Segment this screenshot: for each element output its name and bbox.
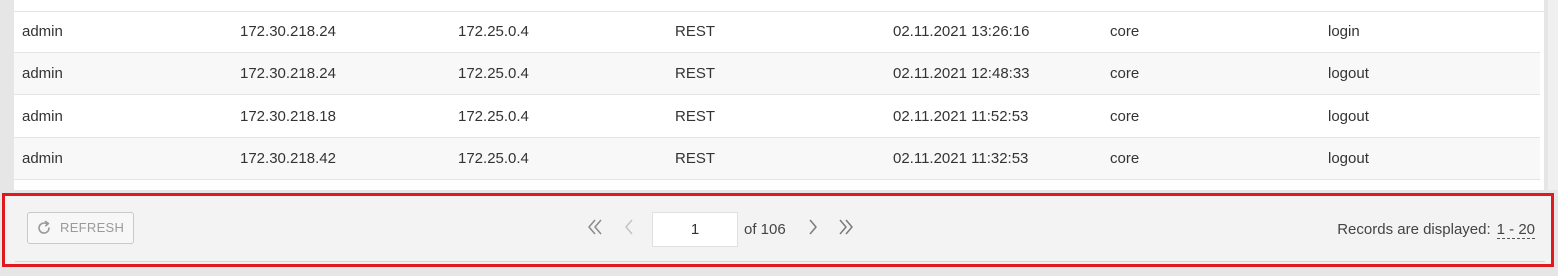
cell-module: core bbox=[1110, 108, 1140, 125]
page-count-text: of 106 bbox=[744, 221, 786, 238]
cell-datetime: 02.11.2021 11:32:53 bbox=[893, 150, 1029, 167]
cell-server-ip: 172.25.0.4 bbox=[458, 150, 529, 167]
cell-module: core bbox=[1110, 65, 1140, 82]
cell-client-ip: 172.30.218.18 bbox=[240, 108, 336, 125]
double-chevron-right-icon[interactable] bbox=[836, 217, 856, 237]
cell-datetime: 02.11.2021 11:52:53 bbox=[893, 108, 1029, 125]
cell-datetime: 02.11.2021 13:26:16 bbox=[893, 23, 1030, 40]
cell-server-ip: 172.25.0.4 bbox=[458, 23, 529, 40]
chevron-right-icon[interactable] bbox=[803, 217, 823, 237]
pagination-footer-highlight: REFRESH of 106 Records are displayed: 1 -… bbox=[2, 193, 1554, 267]
cell-user: admin bbox=[22, 23, 63, 40]
table-row[interactable]: admin 172.30.218.24 172.25.0.4 REST 02.1… bbox=[14, 11, 1540, 53]
table-row[interactable]: admin 172.30.218.42 172.25.0.4 REST 02.1… bbox=[14, 138, 1540, 180]
records-label: Records are displayed: bbox=[1337, 221, 1491, 238]
cell-interface: REST bbox=[675, 150, 716, 167]
refresh-button-label: REFRESH bbox=[60, 220, 125, 235]
cell-module: core bbox=[1110, 150, 1140, 167]
cell-user: admin bbox=[22, 150, 63, 167]
audit-log-table: admin 172.30.218.24 172.25.0.4 REST 02.1… bbox=[14, 0, 1544, 190]
double-chevron-left-icon[interactable] bbox=[585, 217, 605, 237]
cell-datetime: 02.11.2021 12:48:33 bbox=[893, 65, 1030, 82]
vertical-scrollbar[interactable] bbox=[1548, 0, 1558, 190]
cell-user: admin bbox=[22, 65, 63, 82]
cell-user: admin bbox=[22, 108, 63, 125]
cell-client-ip: 172.30.218.24 bbox=[240, 65, 336, 82]
cell-client-ip: 172.30.218.42 bbox=[240, 150, 336, 167]
refresh-icon bbox=[38, 220, 50, 234]
pagination-bar: REFRESH of 106 Records are displayed: 1 -… bbox=[15, 196, 1545, 262]
cell-action: login bbox=[1328, 23, 1360, 40]
table-row[interactable]: admin 172.30.218.18 172.25.0.4 REST 02.1… bbox=[14, 96, 1540, 138]
chevron-left-icon[interactable] bbox=[619, 217, 639, 237]
cell-interface: REST bbox=[675, 65, 716, 82]
cell-module: core bbox=[1110, 23, 1140, 40]
records-displayed: Records are displayed: 1 - 20 bbox=[1337, 212, 1535, 247]
cell-action: logout bbox=[1328, 108, 1369, 125]
cell-interface: REST bbox=[675, 108, 716, 125]
table-row[interactable]: admin 172.30.218.24 172.25.0.4 REST 02.1… bbox=[14, 53, 1540, 95]
cell-server-ip: 172.25.0.4 bbox=[458, 108, 529, 125]
refresh-button[interactable]: REFRESH bbox=[27, 212, 134, 244]
cell-server-ip: 172.25.0.4 bbox=[458, 65, 529, 82]
cell-action: logout bbox=[1328, 150, 1369, 167]
cell-interface: REST bbox=[675, 23, 716, 40]
cell-client-ip: 172.30.218.24 bbox=[240, 23, 336, 40]
records-range-selector[interactable]: 1 - 20 bbox=[1496, 222, 1535, 239]
cell-action: logout bbox=[1328, 65, 1369, 82]
page-number-input[interactable] bbox=[652, 212, 738, 247]
